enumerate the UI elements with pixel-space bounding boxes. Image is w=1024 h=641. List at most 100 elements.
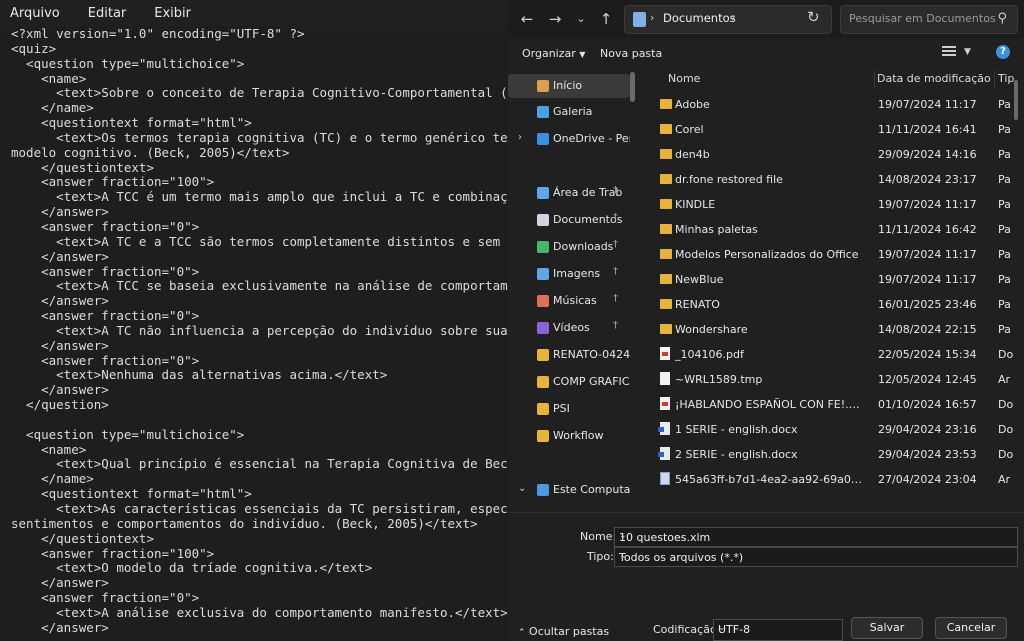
file-type: Do [998, 398, 1014, 411]
menu-editar[interactable]: Editar [70, 6, 137, 21]
nav-item[interactable]: Workflow [508, 424, 630, 448]
file-name: ~WRL1589.tmp [675, 373, 763, 386]
code-line: </questiontext> [11, 160, 154, 175]
code-line: </name> [11, 101, 94, 116]
back-arrow-icon[interactable]: ← [516, 8, 538, 30]
address-bar[interactable]: › Documentos › ⌄ [624, 5, 902, 34]
save-button[interactable]: Salvar [851, 617, 923, 639]
new-folder-button[interactable]: Nova pasta [600, 47, 662, 60]
nav-item[interactable]: PSI [508, 397, 630, 421]
nav-item[interactable]: COMP GRAFICA [508, 370, 630, 394]
file-date: 01/10/2024 16:57 [878, 398, 977, 411]
breadcrumb-documentos[interactable]: Documentos [663, 11, 736, 25]
file-name: 2 SERIE - english.docx [675, 448, 798, 461]
file-row[interactable]: _104106.pdf 22/05/2024 15:34 Do [648, 342, 1016, 367]
chevron-down-icon: ⌄ [619, 551, 627, 561]
file-row[interactable]: Corel 11/11/2024 16:41 Pa [648, 117, 1016, 142]
file-type: Pa [998, 248, 1011, 261]
help-icon[interactable]: ? [996, 45, 1010, 59]
file-row[interactable]: ~WRL1589.tmp 12/05/2024 12:45 Ar [648, 367, 1016, 392]
nav-item[interactable]: Imagens † [508, 262, 630, 286]
text-editor[interactable]: Arquivo Editar Exibir <?xml version="1.0… [0, 0, 508, 641]
file-row[interactable]: Minhas paletas 11/11/2024 16:42 Pa [648, 217, 1016, 242]
organize-button[interactable]: Organizar ▼ [522, 47, 585, 60]
file-row[interactable]: Modelos Personalizados do Office 19/07/20… [648, 242, 1016, 267]
nav-item[interactable]: Área de Trab † [508, 181, 630, 205]
nav-item-label: Imagens [553, 267, 601, 280]
hide-folders-button[interactable]: ⌃ Ocultar pastas [518, 625, 609, 638]
nav-item[interactable]: Documentos † [508, 208, 630, 232]
column-type[interactable]: Tip [998, 72, 1014, 85]
code-area[interactable]: <?xml version="1.0" encoding="UTF-8" ?> <… [0, 27, 508, 636]
word-doc-icon [658, 447, 670, 460]
cloud-icon [537, 133, 549, 145]
code-line: <answer fraction="0"> [11, 219, 200, 234]
nav-scrollbar[interactable] [630, 72, 635, 102]
nav-item[interactable]: Downloads † [508, 235, 630, 259]
view-options-icon[interactable] [942, 46, 956, 58]
file-row[interactable]: dr.fone restored file 14/08/2024 23:17 Pa [648, 167, 1016, 192]
column-name[interactable]: Nome [668, 72, 700, 85]
encoding-select[interactable]: UTF-8 ⌄ [713, 619, 843, 641]
file-type: Ar [998, 373, 1011, 386]
file-row[interactable]: RENATO 16/01/2025 23:46 Pa [648, 292, 1016, 317]
pin-icon: † [613, 266, 618, 277]
code-line: <question type="multichoice"> [11, 56, 245, 71]
file-row[interactable]: Adobe 19/07/2024 11:17 Pa [648, 92, 1016, 117]
menu-exibir[interactable]: Exibir [136, 6, 201, 21]
nav-item[interactable]: Músicas † [508, 289, 630, 313]
code-line: <question type="multichoice"> [11, 427, 245, 442]
column-divider[interactable] [874, 70, 875, 88]
code-line: </answer> [11, 383, 109, 398]
nav-item[interactable]: Vídeos † [508, 316, 630, 340]
file-row[interactable]: Wondershare 14/08/2024 22:15 Pa [648, 317, 1016, 342]
filetype-select[interactable]: Todos os arquivos (*.*) ⌄ [614, 547, 1018, 567]
code-line: <text>O modelo da tríade cognitiva.</tex… [11, 561, 373, 576]
code-line: <questiontext format="html"> [11, 487, 252, 502]
nav-item[interactable]: Galeria [508, 100, 630, 124]
file-row[interactable]: 545a63ff-b7d1-4ea2-aa92-69a0f8ccdc61... 2… [648, 467, 1016, 492]
column-divider[interactable] [994, 70, 995, 88]
code-line: </answer> [11, 205, 109, 220]
folder-icon [633, 12, 646, 27]
file-type: Pa [998, 98, 1011, 111]
folder-icon [660, 174, 672, 184]
file-row[interactable]: den4b 29/09/2024 14:16 Pa [648, 142, 1016, 167]
expand-chevron-icon[interactable]: ⌄ [518, 483, 526, 494]
pdf-icon [660, 347, 670, 360]
nav-item[interactable]: Início [508, 74, 630, 98]
filename-input[interactable]: 10 questoes.xlm ⌄ [614, 527, 1018, 547]
folder-icon [660, 274, 672, 284]
search-input[interactable]: Pesquisar em Documentos ⚲ [840, 5, 1018, 34]
editor-menubar: Arquivo Editar Exibir [0, 0, 508, 26]
refresh-icon[interactable]: ↻ [807, 8, 820, 26]
file-name: Wondershare [675, 323, 748, 336]
forward-arrow-icon[interactable]: → [544, 8, 566, 30]
column-modified[interactable]: Data de modificação [877, 72, 991, 85]
file-row[interactable]: 2 SERIE - english.docx 29/04/2024 23:53 Do [648, 442, 1016, 467]
folder-icon [537, 403, 549, 415]
nav-item-label: Início [553, 79, 583, 92]
up-arrow-icon[interactable]: ↑ [595, 8, 617, 30]
chevron-down-icon[interactable]: ⌄ [619, 531, 1013, 541]
nav-item[interactable]: ⌄ Este Computador [508, 478, 630, 502]
file-list-scrollbar[interactable] [1014, 80, 1018, 120]
pin-icon: † [613, 185, 618, 196]
file-name: ¡HABLANDO ESPAÑOL CON FE!.pdf [675, 398, 865, 411]
file-row[interactable]: NewBlue 19/07/2024 11:17 Pa [648, 267, 1016, 292]
file-row[interactable]: KINDLE 19/07/2024 11:17 Pa [648, 192, 1016, 217]
code-line: <text>Nenhuma das alternativas acima.</t… [11, 368, 388, 383]
pin-icon: † [613, 293, 618, 304]
expand-chevron-icon[interactable]: › [518, 132, 522, 143]
cancel-button[interactable]: Cancelar [935, 617, 1007, 639]
file-row[interactable]: 1 SERIE - english.docx 29/04/2024 23:16 Do [648, 417, 1016, 442]
code-line: <text>A análise exclusiva do comportamen… [11, 605, 508, 620]
code-line: <text>Os termos terapia cognitiva (TC) e… [56, 130, 508, 145]
nav-item[interactable]: › OneDrive - Perso [508, 127, 630, 151]
file-name: 1 SERIE - english.docx [675, 423, 798, 436]
menu-arquivo[interactable]: Arquivo [0, 6, 70, 21]
caret-down-icon[interactable]: ▼ [964, 47, 971, 57]
nav-item[interactable]: RENATO-0424 [508, 343, 630, 367]
file-row[interactable]: ¡HABLANDO ESPAÑOL CON FE!.pdf 01/10/2024 … [648, 392, 1016, 417]
recent-chevron-icon[interactable]: ⌄ [570, 8, 592, 30]
